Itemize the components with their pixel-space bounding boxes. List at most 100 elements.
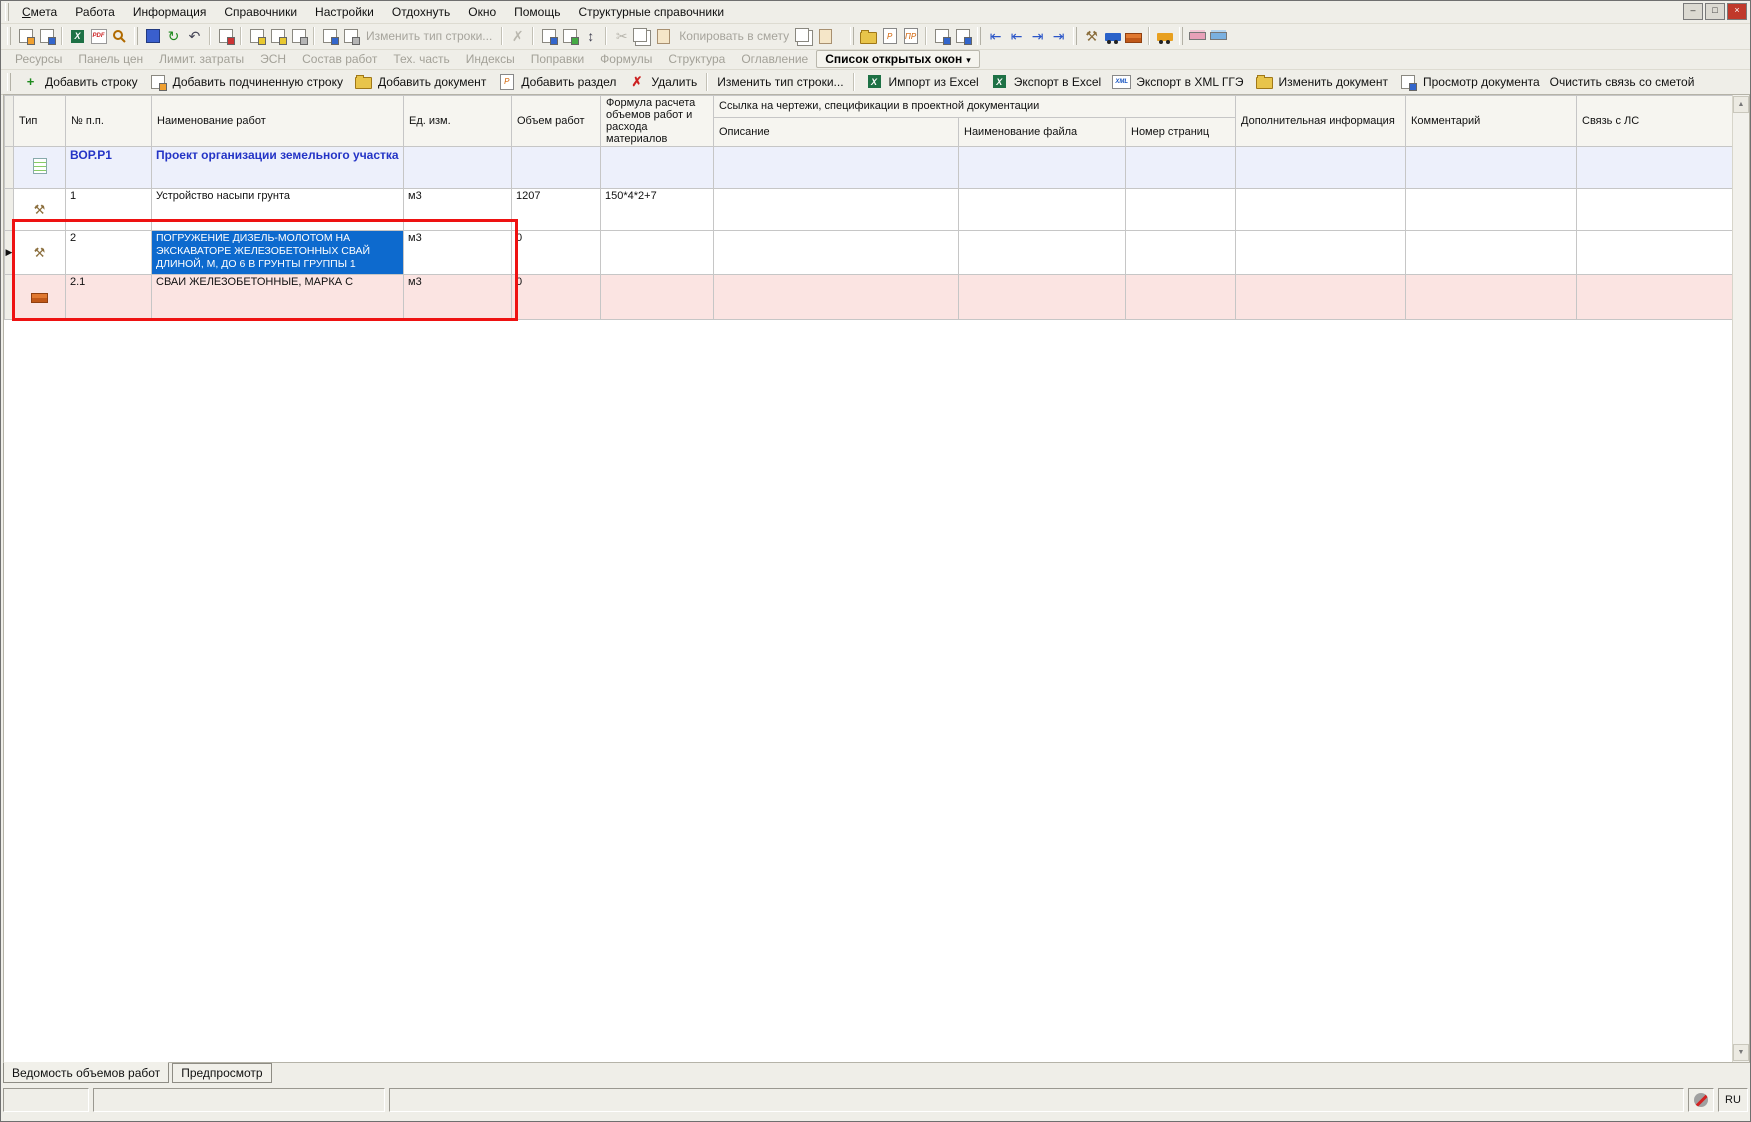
cell-unit[interactable]: м3 (404, 275, 512, 320)
tab-struktura[interactable]: Структура (660, 51, 733, 67)
cell-extra[interactable] (1236, 231, 1406, 275)
copy-icon[interactable] (632, 26, 653, 47)
menu-okno[interactable]: Окно (459, 3, 505, 21)
change-row-type-button[interactable]: Изменить тип строки... (712, 74, 848, 90)
scroll-up-icon[interactable]: ▲ (1733, 96, 1749, 113)
tab-teh-chast[interactable]: Тех. часть (385, 51, 457, 67)
pdf-icon[interactable]: PDF (88, 26, 109, 47)
col-header-unit[interactable]: Ед. изм. (404, 96, 512, 147)
cell-link-file[interactable] (959, 231, 1126, 275)
book-pink-icon[interactable] (1187, 26, 1208, 47)
tab-resursy[interactable]: Ресурсы (7, 51, 70, 67)
col-header-type[interactable]: Тип (14, 96, 66, 147)
add-row-button[interactable]: + Добавить строку (15, 70, 143, 93)
menu-otdohnut[interactable]: Отдохнуть (383, 3, 459, 21)
cell-extra[interactable] (1236, 147, 1406, 189)
tab-panel-cen[interactable]: Панель цен (70, 51, 151, 67)
cell-num[interactable]: ВОР.Р1 (66, 147, 152, 189)
tab-predprosmotr[interactable]: Предпросмотр (172, 1063, 271, 1083)
toolbar-grip[interactable] (5, 3, 9, 21)
cell-link-pages[interactable] (1126, 231, 1236, 275)
tab-sostav-rabot[interactable]: Состав работ (294, 51, 385, 67)
cell-name[interactable]: Проект организации земельного участка (152, 147, 404, 189)
col-header-num[interactable]: № п.п. (66, 96, 152, 147)
cell-type[interactable] (14, 147, 66, 189)
cell-ls[interactable] (1577, 231, 1735, 275)
col-header-formula[interactable]: Формула расчета объемов работ и расхода … (601, 96, 714, 147)
add-structure-row-icon[interactable] (15, 26, 36, 47)
current-row-marker[interactable]: ▶ (5, 231, 14, 275)
row-type-icon[interactable] (246, 26, 267, 47)
cell-link-desc[interactable] (714, 147, 959, 189)
menu-pomosch[interactable]: Помощь (505, 3, 569, 21)
toolbar-grip[interactable] (850, 27, 854, 45)
tree-cut-alt-icon[interactable] (952, 26, 973, 47)
col-header-volume[interactable]: Объем работ (512, 96, 601, 147)
toolbar-grip[interactable] (977, 27, 981, 45)
col-header-extra[interactable]: Дополнительная информация (1236, 96, 1406, 147)
clear-estimate-link-button[interactable]: Очистить связь со сметой (1545, 74, 1700, 90)
cell-ls[interactable] (1577, 147, 1735, 189)
indent-left-icon[interactable]: ⇤ (1006, 26, 1027, 47)
refresh-icon[interactable]: ↻ (163, 26, 184, 47)
tab-indeksy[interactable]: Индексы (458, 51, 523, 67)
menu-rabota[interactable]: Работа (66, 3, 124, 21)
tab-limit-zatraty[interactable]: Лимит. затраты (151, 51, 252, 67)
cell-num[interactable]: 1 (66, 189, 152, 231)
cut-icon[interactable]: ✂ (611, 26, 632, 47)
copy-structure-icon[interactable] (340, 26, 361, 47)
toolbar-grip[interactable] (1073, 27, 1077, 45)
excel-icon[interactable]: X (67, 26, 88, 47)
copy-page-icon[interactable] (794, 26, 815, 47)
tab-open-windows-list[interactable]: Список открытых окон▾ (816, 50, 980, 68)
move-up-down-icon[interactable]: ↕ (580, 26, 601, 47)
cell-type[interactable]: ⚒ (14, 231, 66, 275)
search-icon[interactable] (109, 26, 130, 47)
cell-unit[interactable]: м3 (404, 189, 512, 231)
tab-vedomost-obemov-rabot[interactable]: Ведомость объемов работ (3, 1062, 169, 1083)
language-indicator[interactable]: RU (1718, 1088, 1748, 1112)
send-icon[interactable] (319, 26, 340, 47)
cell-link-desc[interactable] (714, 231, 959, 275)
toolbar-grip[interactable] (7, 27, 11, 45)
cell-type[interactable] (14, 275, 66, 320)
menu-smeta[interactable]: Смета (13, 3, 66, 21)
add-child-structure-row-icon[interactable] (36, 26, 57, 47)
maximize-button[interactable]: □ (1705, 3, 1725, 20)
cell-comment[interactable] (1406, 147, 1577, 189)
cell-formula[interactable] (601, 147, 714, 189)
cell-link-pages[interactable] (1126, 147, 1236, 189)
export-to-xml-gge-button[interactable]: XML Экспорт в XML ГГЭ (1106, 70, 1248, 93)
paste-icon[interactable] (653, 26, 674, 47)
cell-name[interactable]: Устройство насыпи грунта (152, 189, 404, 231)
cell-unit[interactable] (404, 147, 512, 189)
menu-informacia[interactable]: Информация (124, 3, 215, 21)
cell-comment[interactable] (1406, 231, 1577, 275)
view-document-button[interactable]: Просмотр документа (1393, 70, 1545, 93)
col-header-name[interactable]: Наименование работ (152, 96, 404, 147)
cell-num[interactable]: 2.1 (66, 275, 152, 320)
scroll-down-icon[interactable]: ▼ (1733, 1044, 1749, 1061)
export-to-excel-button[interactable]: X Экспорт в Excel (984, 70, 1106, 93)
cell-comment[interactable] (1406, 189, 1577, 231)
indent-first-icon[interactable]: ⇤ (985, 26, 1006, 47)
cell-link-desc[interactable] (714, 189, 959, 231)
change-row-type-button[interactable]: Изменить тип строки... (361, 29, 497, 43)
cell-formula[interactable] (601, 275, 714, 320)
hammer-icon[interactable]: ⚒ (1081, 26, 1102, 47)
tree-cut-icon[interactable] (931, 26, 952, 47)
row-marker-cell[interactable] (5, 275, 14, 320)
row-marker-cell[interactable] (5, 189, 14, 231)
col-header-link-pages[interactable]: Номер страниц (1126, 117, 1236, 146)
row-type-alt-icon[interactable] (267, 26, 288, 47)
indent-right-icon[interactable]: ⇥ (1027, 26, 1048, 47)
delete-button[interactable]: ✗ Удалить (621, 70, 702, 93)
cell-name[interactable]: СВАИ ЖЕЛЕЗОБЕТОННЫЕ, МАРКА С (152, 275, 404, 320)
cell-name-selected[interactable]: ПОГРУЖЕНИЕ ДИЗЕЛЬ-МОЛОТОМ НА ЭКСКАВАТОРЕ… (152, 231, 404, 275)
import-from-excel-button[interactable]: X Импорт из Excel (859, 70, 984, 93)
toolbar-grip[interactable] (1179, 27, 1183, 45)
minimize-button[interactable]: – (1683, 3, 1703, 20)
cell-extra[interactable] (1236, 189, 1406, 231)
cell-link-file[interactable] (959, 275, 1126, 320)
section-r-icon[interactable]: Р (879, 26, 900, 47)
